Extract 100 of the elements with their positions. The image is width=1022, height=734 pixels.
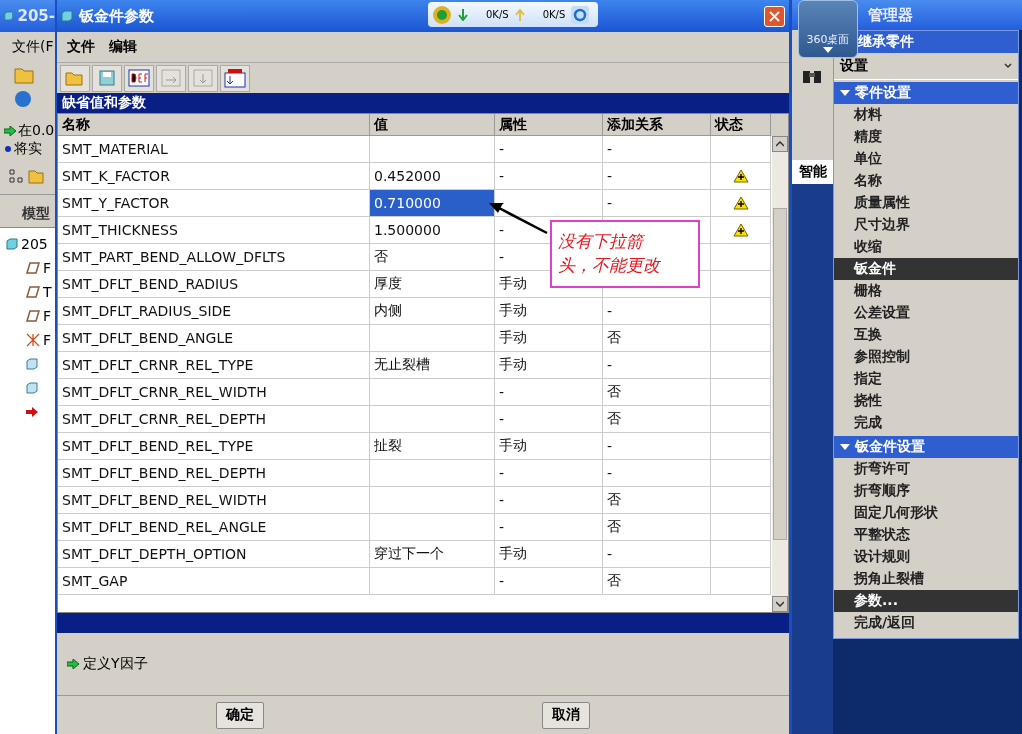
menu-item[interactable]: 固定几何形状	[834, 502, 1018, 524]
warning-icon	[732, 196, 749, 210]
down-arrow-icon	[458, 8, 468, 21]
globe-icon[interactable]	[14, 90, 32, 108]
tree-item[interactable]: F	[43, 308, 52, 324]
table-cell[interactable]: 扯裂	[370, 433, 495, 460]
column-header[interactable]: 名称	[58, 114, 370, 136]
table-cell: 手动	[495, 352, 603, 379]
table-cell[interactable]: 内侧	[370, 298, 495, 325]
section-header[interactable]: 零件设置	[834, 82, 1018, 104]
menu-item[interactable]: 拐角止裂槽	[834, 568, 1018, 590]
tree-item[interactable]: F	[43, 260, 52, 276]
menu-item[interactable]: 收缩	[834, 236, 1018, 258]
menu-item[interactable]: 名称	[834, 170, 1018, 192]
auto-button[interactable]	[220, 64, 250, 92]
cube-icon	[26, 358, 38, 370]
table-cell: SMT_DFLT_BEND_REL_ANGLE	[58, 514, 370, 541]
tree-item[interactable]: T	[43, 284, 52, 300]
menu-item[interactable]: 质量属性	[834, 192, 1018, 214]
table-cell[interactable]	[370, 568, 495, 595]
menu-item[interactable]: 完成/返回	[834, 612, 1018, 634]
side-tab[interactable]: 智能	[792, 160, 833, 184]
column-header[interactable]: 添加关系	[603, 114, 711, 136]
bullet-icon	[4, 145, 12, 153]
menu-item[interactable]: 公差设置	[834, 302, 1018, 324]
menu-item[interactable]: 精度	[834, 126, 1018, 148]
table-cell: -	[603, 460, 711, 487]
chevron-icon	[1004, 63, 1012, 69]
folder-icon[interactable]	[28, 168, 44, 184]
table-cell[interactable]: 1.500000	[370, 217, 495, 244]
folder-icon[interactable]	[14, 66, 34, 84]
tree-item[interactable]: 205	[21, 236, 48, 252]
table-cell[interactable]: 0.710000	[370, 190, 495, 217]
table-cell: 手动	[495, 541, 603, 568]
menu-item[interactable]: 挠性	[834, 390, 1018, 412]
menu-item[interactable]: 设计规则	[834, 546, 1018, 568]
scrollbar[interactable]	[772, 136, 788, 612]
table-cell: -	[495, 406, 603, 433]
column-header[interactable]: 值	[370, 114, 495, 136]
menu-item[interactable]: 文件(F	[12, 38, 54, 56]
menu-item[interactable]: 指定	[834, 368, 1018, 390]
table-cell: SMT_MATERIAL	[58, 136, 370, 163]
menu-item[interactable]: 折弯顺序	[834, 480, 1018, 502]
table-cell[interactable]	[370, 136, 495, 163]
table-cell: -	[495, 163, 603, 190]
triangle-down-icon	[840, 442, 850, 452]
table-cell[interactable]	[370, 325, 495, 352]
download-speed: 0K/S	[486, 9, 509, 20]
table-cell: SMT_DFLT_BEND_REL_WIDTH	[58, 487, 370, 514]
table-cell[interactable]	[370, 487, 495, 514]
table-cell[interactable]	[370, 514, 495, 541]
menu-item[interactable]: 完成	[834, 412, 1018, 434]
table-cell: SMT_DFLT_BEND_RADIUS	[58, 271, 370, 298]
menu-item[interactable]: 文件	[67, 38, 95, 56]
desktop-widget[interactable]: 360桌面	[798, 0, 858, 58]
table-cell: SMT_GAP	[58, 568, 370, 595]
open-folder-button[interactable]	[60, 64, 90, 92]
menu-item[interactable]: 尺寸边界	[834, 214, 1018, 236]
cube-icon	[26, 382, 38, 394]
message-text: 在0.0	[18, 122, 55, 140]
menu-item[interactable]: 材料	[834, 104, 1018, 126]
browser-icon	[571, 5, 590, 24]
table-cell[interactable]: 无止裂槽	[370, 352, 495, 379]
floppy-icon	[99, 70, 115, 86]
table-cell[interactable]	[370, 460, 495, 487]
chevron-down-icon	[776, 601, 784, 607]
table-cell: 否	[603, 379, 711, 406]
menu-item[interactable]: 单位	[834, 148, 1018, 170]
binoculars-icon[interactable]	[802, 68, 822, 84]
tree-tab-icon[interactable]	[8, 168, 24, 184]
section-header[interactable]: 钣金件设置	[834, 436, 1018, 458]
arrow-icon	[67, 659, 79, 669]
menu-item[interactable]: 平整状态	[834, 524, 1018, 546]
section-title: 缺省值和参数	[62, 94, 146, 112]
def-button[interactable]	[124, 64, 154, 92]
menu-item[interactable]: 参照控制	[834, 346, 1018, 368]
table-cell[interactable]	[370, 379, 495, 406]
menu-item[interactable]: 栅格	[834, 280, 1018, 302]
table-cell[interactable]: 厚度	[370, 271, 495, 298]
menu-item[interactable]: 编辑	[109, 38, 137, 56]
chevron-up-icon	[776, 141, 784, 147]
column-header[interactable]: 状态	[711, 114, 771, 136]
ok-button[interactable]: 确定	[216, 701, 264, 729]
menu-item[interactable]: 折弯许可	[834, 458, 1018, 480]
table-cell[interactable]	[370, 406, 495, 433]
cancel-button[interactable]: 取消	[542, 701, 590, 729]
dialog-title: 钣金件参数	[79, 6, 154, 26]
menu-item[interactable]: 参数...	[834, 590, 1018, 612]
table-cell: SMT_PART_BEND_ALLOW_DFLTS	[58, 244, 370, 271]
menu-item[interactable]: 互换	[834, 324, 1018, 346]
table-cell[interactable]: 否	[370, 244, 495, 271]
column-header[interactable]: 属性	[495, 114, 603, 136]
tree-item[interactable]: F	[43, 332, 52, 348]
table-cell: SMT_DFLT_BEND_REL_DEPTH	[58, 460, 370, 487]
table-cell: -	[603, 433, 711, 460]
table-cell: -	[495, 568, 603, 595]
menu-item[interactable]: 钣金件	[834, 258, 1018, 280]
close-button[interactable]	[764, 5, 785, 27]
up-arrow-icon	[514, 8, 525, 21]
table-cell[interactable]: 穿过下一个	[370, 541, 495, 568]
